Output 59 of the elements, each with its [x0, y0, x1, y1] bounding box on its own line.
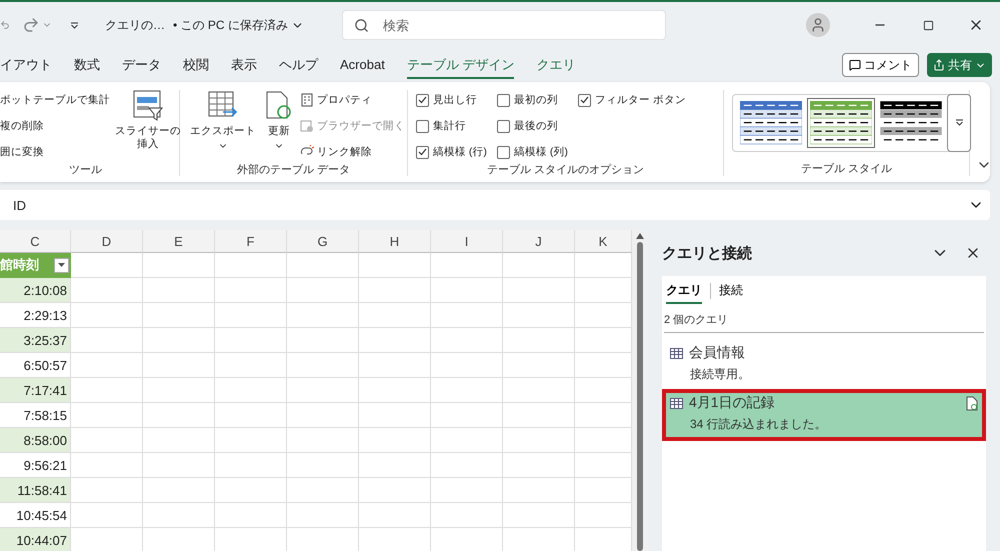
table-cell: 3:25:37	[0, 328, 71, 353]
panel-tab[interactable]: 接続	[719, 278, 743, 304]
ribbon-button[interactable]: 複の削除	[0, 116, 110, 136]
group-label: テーブル スタイル	[800, 162, 894, 176]
option-checkbox[interactable]: 縞模様 (列)	[496, 142, 568, 162]
column-header[interactable]: C	[0, 230, 71, 253]
column-header[interactable]: J	[503, 230, 575, 253]
ribbon-tab[interactable]: 数式	[74, 52, 100, 78]
option-checkbox[interactable]: 最後の列	[496, 116, 568, 136]
export-button[interactable]: エクスポート	[188, 90, 258, 162]
option-checkbox[interactable]: 最初の列	[496, 90, 568, 110]
column-header[interactable]: E	[143, 230, 215, 253]
refresh-button[interactable]: 更新	[262, 90, 296, 162]
column-header[interactable]: K	[575, 230, 632, 253]
option-checkbox[interactable]: 集計行	[416, 116, 487, 136]
ribbon-tab[interactable]: 表示	[231, 52, 257, 78]
option-checkbox[interactable]: 見出し行	[416, 90, 487, 110]
column-header[interactable]: G	[287, 230, 359, 253]
panel-title: クエリと接続	[662, 244, 753, 262]
table-cell: 8:58:00	[0, 428, 71, 453]
table-cell: 10:44:07	[0, 528, 71, 551]
group-label: 外部のテーブル データ	[236, 162, 352, 177]
option-checkbox[interactable]: フィルター ボタン	[578, 90, 686, 110]
query-name: 会員情報	[689, 344, 745, 362]
ribbon-tab[interactable]: Acrobat	[340, 53, 385, 77]
save-status-button[interactable]: • この PC に保存済み	[173, 16, 304, 34]
comment-button[interactable]: コメント	[842, 53, 919, 77]
search-field[interactable]: 検索	[342, 10, 666, 40]
query-status: 34 行読み込まれました。	[689, 416, 828, 433]
ribbon-tab[interactable]: テーブル デザイン	[406, 52, 514, 78]
column-header[interactable]: I	[431, 230, 503, 253]
group-label: テーブル スタイルのオプション	[486, 162, 646, 177]
column-header[interactable]: D	[71, 230, 143, 253]
formula-bar[interactable]: ID	[0, 190, 990, 220]
query-item[interactable]: 4月1日の記録 34 行読み込まれました。	[664, 391, 984, 439]
query-status: 接続専用。	[689, 366, 751, 383]
panel-tab[interactable]: クエリ	[666, 278, 702, 304]
ribbon-tab[interactable]: ヘルプ	[279, 52, 318, 78]
column-header[interactable]: F	[215, 230, 287, 253]
file-name: クエリの…	[105, 16, 165, 34]
ribbon-button[interactable]: 囲に変換	[0, 142, 110, 162]
ribbon-tab[interactable]: クエリ	[536, 52, 576, 78]
ribbon-tab[interactable]: イアウト	[0, 52, 52, 78]
option-checkbox[interactable]: 縞模様 (行)	[416, 142, 487, 162]
query-name: 4月1日の記録	[689, 394, 775, 412]
table-cell: 2:10:08	[0, 278, 71, 303]
table-cell: 11:58:41	[0, 478, 71, 503]
insert-slicer-button[interactable]: スライサーの挿入	[112, 90, 184, 162]
column-header[interactable]: H	[359, 230, 431, 253]
query-count: 2 個のクエリ	[664, 306, 984, 333]
ribbon-tab[interactable]: データ	[122, 52, 161, 78]
unlink-button[interactable]: リンク解除	[300, 142, 405, 162]
table-cell: 7:17:41	[0, 378, 71, 403]
properties-button[interactable]: プロパティ	[300, 90, 405, 110]
ribbon-button[interactable]: ボットテーブルで集計	[0, 90, 110, 110]
group-label: ツール	[68, 163, 103, 177]
ribbon-tab[interactable]: 校閲	[183, 52, 209, 78]
share-button[interactable]: 共有	[927, 53, 992, 77]
table-header-cell: 館時刻	[0, 253, 71, 278]
